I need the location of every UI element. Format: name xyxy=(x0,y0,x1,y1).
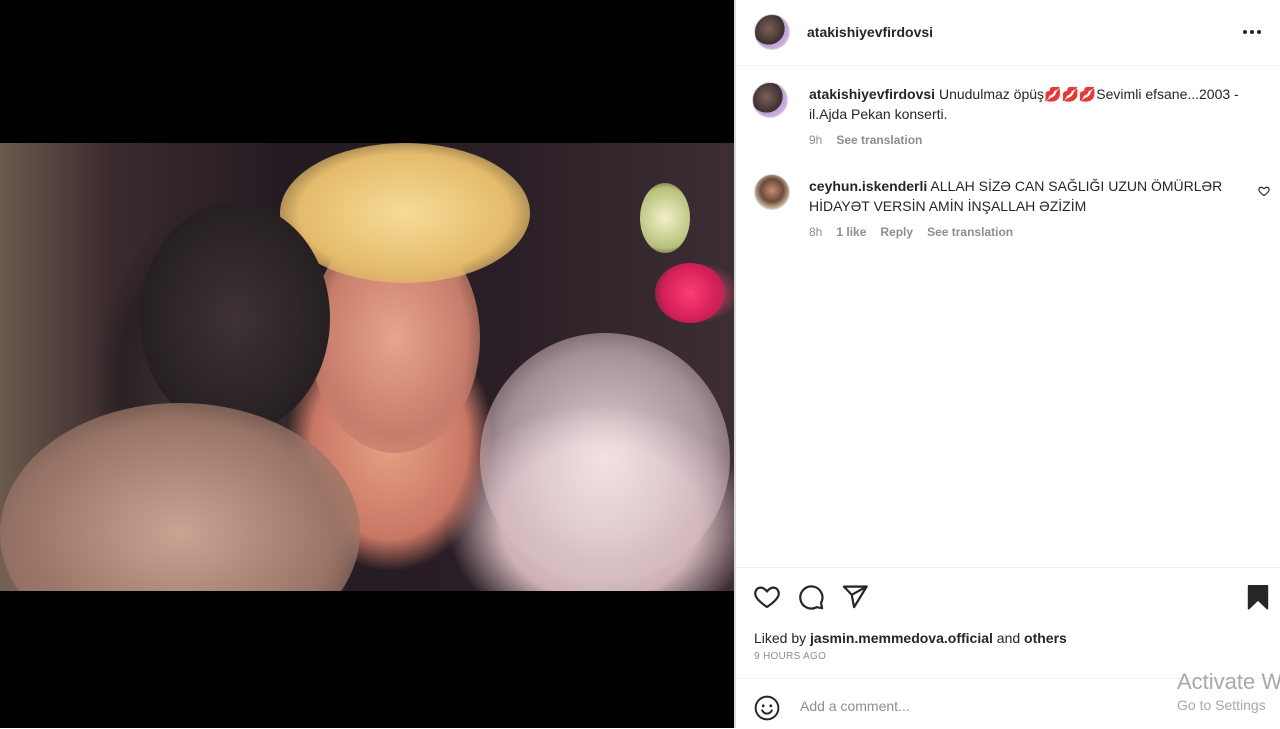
bouquet-shape xyxy=(480,333,730,583)
likes-prefix: Liked by xyxy=(754,630,807,646)
post-media xyxy=(0,0,734,728)
comment-meta: 8h 1 like Reply See translation xyxy=(809,225,1013,239)
watermark-line1: Activate W xyxy=(1177,669,1280,694)
heart-icon[interactable] xyxy=(753,583,781,611)
likes-and: and xyxy=(996,630,1021,646)
commenter-avatar[interactable] xyxy=(754,174,790,210)
comment-icon[interactable] xyxy=(797,583,825,611)
likes-others[interactable]: others xyxy=(1024,630,1067,646)
comment-time[interactable]: 8h xyxy=(809,225,822,239)
post-photo[interactable] xyxy=(0,143,734,591)
comment-see-translation[interactable]: See translation xyxy=(927,225,1013,239)
dot-icon xyxy=(1250,30,1254,34)
post-details-panel: atakishiyevfirdovsi atakishiyevfirdovsi … xyxy=(736,0,1280,728)
dot-icon xyxy=(1243,30,1247,34)
likes-summary: Liked by jasmin.memmedova.official and o… xyxy=(754,630,1067,646)
caption-author-avatar[interactable] xyxy=(752,82,788,118)
share-icon[interactable] xyxy=(841,583,869,611)
author-username[interactable]: atakishiyevfirdovsi xyxy=(807,24,933,40)
comment-like-heart-icon[interactable] xyxy=(1258,185,1270,197)
comment-text: ceyhun.iskenderli ALLAH SİZƏ CAN SAĞLIĞI… xyxy=(809,176,1249,216)
comment-username[interactable]: ceyhun.iskenderli xyxy=(809,178,927,194)
comment-input[interactable] xyxy=(798,693,1182,719)
comment-likes[interactable]: 1 like xyxy=(836,225,866,239)
caption-text: atakishiyevfirdovsi Unudulmaz öpüş💋💋💋Sev… xyxy=(809,84,1249,124)
caption-time[interactable]: 9h xyxy=(809,133,822,147)
emoji-icon[interactable] xyxy=(754,695,780,721)
post-header: atakishiyevfirdovsi xyxy=(736,0,1280,66)
suit-shape xyxy=(0,403,360,591)
caption-author[interactable]: atakishiyevfirdovsi xyxy=(809,86,935,102)
bookmark-icon[interactable] xyxy=(1244,583,1272,611)
caption-see-translation[interactable]: See translation xyxy=(836,133,922,147)
likes-user[interactable]: jasmin.memmedova.official xyxy=(810,630,993,646)
windows-activation-watermark: Activate W Go to Settings xyxy=(1177,668,1280,714)
comment-reply[interactable]: Reply xyxy=(880,225,913,239)
more-options-button[interactable] xyxy=(1238,20,1266,44)
man-head-shape xyxy=(140,203,330,433)
post-time-ago[interactable]: 9 HOURS AGO xyxy=(754,651,826,662)
caption-meta: 9h See translation xyxy=(809,133,922,147)
rose-shape xyxy=(655,263,725,323)
flower-shape xyxy=(640,183,690,253)
author-avatar[interactable] xyxy=(754,14,790,50)
dot-icon xyxy=(1257,30,1261,34)
watermark-line2: Go to Settings xyxy=(1177,697,1266,713)
